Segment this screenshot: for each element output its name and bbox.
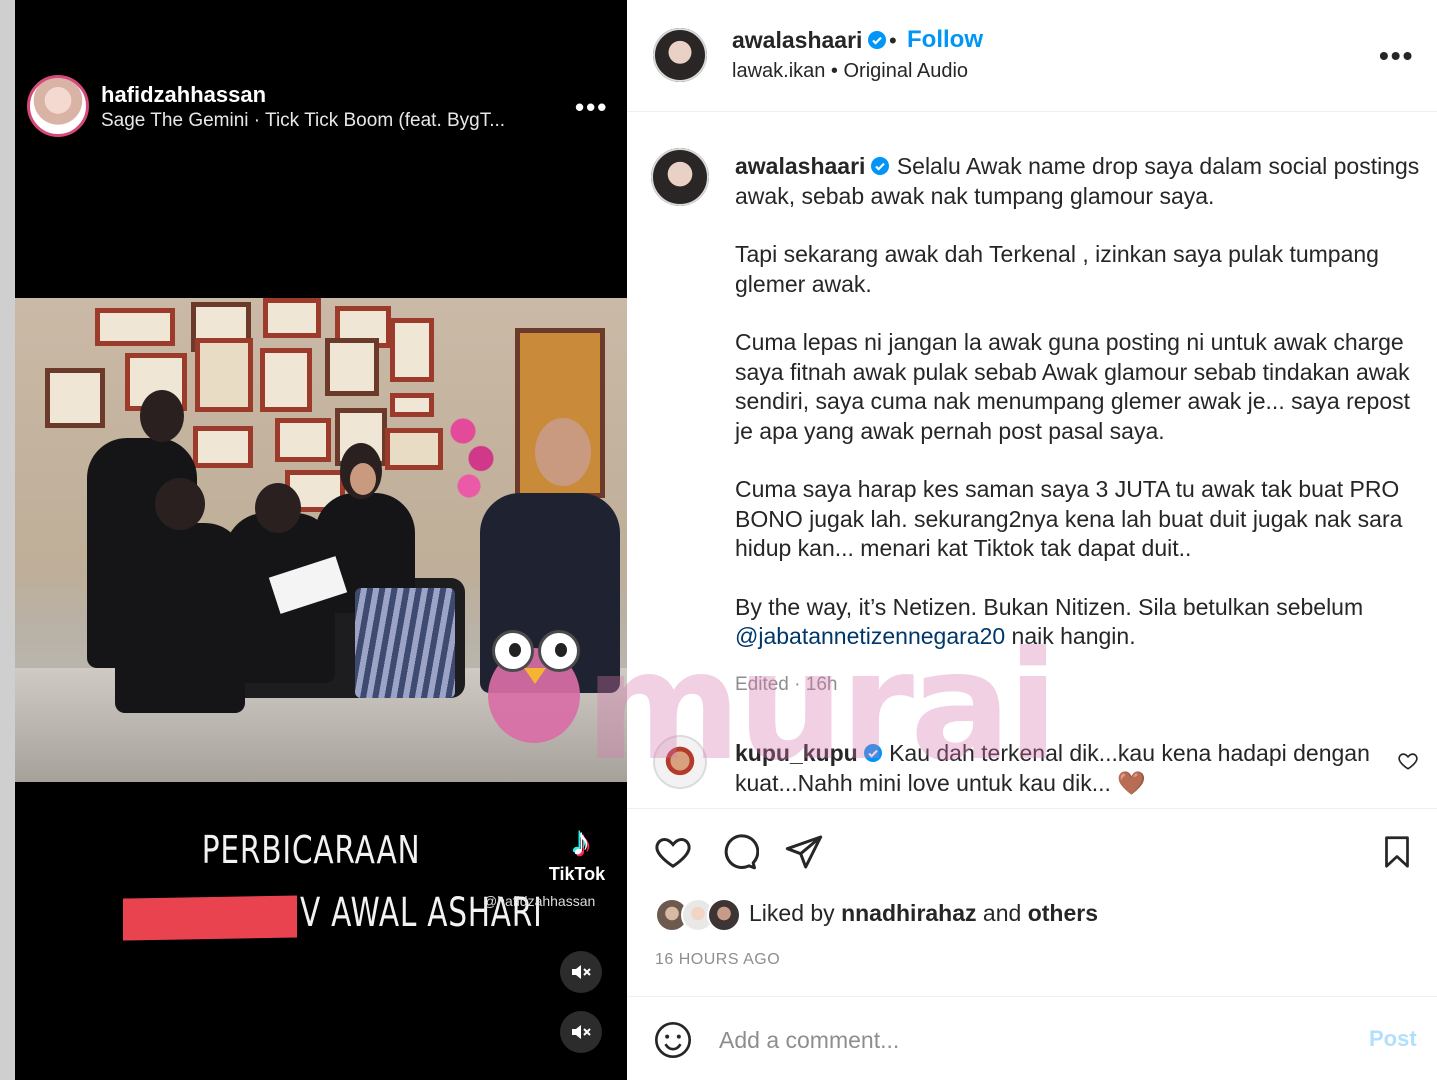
audio-toggle-button[interactable] [560, 1011, 602, 1053]
post-timestamp[interactable]: 16 HOURS AGO [655, 951, 780, 969]
caption-author-avatar[interactable] [651, 148, 709, 206]
caption-username[interactable]: awalashaari [735, 153, 865, 179]
separator-dot: • [889, 28, 897, 53]
caption-paragraph-3: Cuma lepas ni jangan la awak guna postin… [735, 329, 1410, 444]
caption-paragraph-2: Tapi sekarang awak dah Terkenal , izinka… [735, 241, 1379, 297]
video-more-icon[interactable]: ••• [575, 92, 608, 123]
background-edge [0, 0, 15, 1080]
like-heart-icon[interactable] [653, 832, 693, 872]
verified-badge-icon [863, 744, 882, 762]
video-player[interactable]: hafidzahhassan Sage The Gemini · Tick Ti… [15, 0, 627, 1080]
verified-badge-icon [871, 157, 890, 175]
liked-by-user[interactable]: nnadhirahaz [841, 900, 976, 926]
emoji-smiley-icon[interactable] [653, 1020, 693, 1060]
caption-edited-time: Edited · 16h [735, 674, 838, 695]
audio-info[interactable]: lawak.ikan • Original Audio [732, 60, 968, 83]
tiktok-handle: @hafidzahhassan [483, 893, 596, 909]
comment-bubble-icon[interactable] [719, 832, 759, 872]
speaker-muted-icon [572, 965, 591, 979]
video-username[interactable]: hafidzahhassan [101, 82, 266, 108]
video-caption-line1: PERBICARAAN [201, 828, 421, 872]
caption-paragraph-5: By the way, it’s Netizen. Bukan Nitizen.… [735, 593, 1364, 650]
follow-button[interactable]: Follow [907, 26, 983, 54]
tiktok-note-icon: ♪ [571, 820, 591, 864]
liked-by-text[interactable]: Liked by nnadhirahaz and others [749, 900, 1098, 927]
comment-like-heart-icon[interactable] [1397, 750, 1419, 772]
caption-paragraph-4: Cuma saya harap kes saman saya 3 JUTA tu… [735, 476, 1403, 561]
post-header: awalashaari • Follow lawak.ikan • Origin… [627, 0, 1437, 112]
author-username[interactable]: awalashaari [732, 27, 887, 54]
speaker-muted-icon [572, 1025, 591, 1039]
more-options-icon[interactable]: ••• [1379, 40, 1414, 72]
save-bookmark-icon[interactable] [1379, 832, 1415, 872]
comment-emoji: 🤎 [1117, 769, 1146, 796]
mute-button[interactable] [560, 951, 602, 993]
comment-item: kupu_kupu Kau dah terkenal dik...kau ken… [735, 739, 1375, 798]
tiktok-wordmark: TikTok [548, 864, 606, 884]
post-comment-button[interactable]: Post [1369, 1026, 1417, 1052]
add-comment-input[interactable] [719, 1022, 1339, 1058]
share-paper-plane-icon[interactable] [784, 832, 824, 872]
author-avatar[interactable] [653, 28, 707, 82]
commenter-avatar[interactable] [653, 735, 707, 789]
owl-mascot-sticker [480, 618, 590, 748]
verified-badge-icon [868, 31, 887, 49]
mention-link[interactable]: @jabatannetizennegara20 [735, 623, 1005, 649]
video-track-info[interactable]: Sage The Gemini · Tick Tick Boom (feat. … [101, 110, 505, 132]
video-user-avatar[interactable] [27, 75, 89, 137]
redaction-bar [123, 895, 297, 941]
commenter-username[interactable]: kupu_kupu [735, 740, 858, 766]
tiktok-logo: ♪ TikTok [549, 820, 611, 892]
liked-by-avatars[interactable] [655, 898, 745, 932]
video-header: hafidzahhassan Sage The Gemini · Tick Ti… [15, 0, 627, 160]
post-caption: awalashaari Selalu Awak name drop saya d… [735, 152, 1425, 681]
post-details-panel: awalashaari • Follow lawak.ikan • Origin… [627, 0, 1437, 1080]
liked-by-others[interactable]: others [1028, 900, 1098, 926]
video-frame-image [15, 298, 627, 782]
